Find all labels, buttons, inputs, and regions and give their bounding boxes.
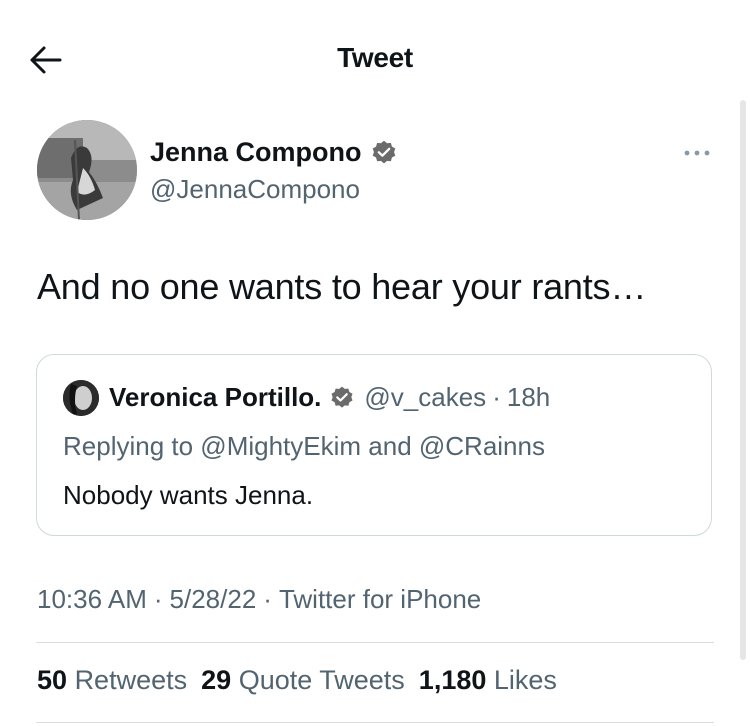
meta-separator: · [153, 584, 163, 614]
tweet-meta: 10:36 AM · 5/28/22 · Twitter for iPhone [37, 584, 481, 615]
quote-timestamp: 18h [506, 382, 551, 412]
quote-header: Veronica Portillo. @v_cakes · 18h [109, 382, 550, 413]
tweet-time: 10:36 AM [37, 584, 147, 614]
quoted-tweet-card[interactable]: Veronica Portillo. @v_cakes · 18h Replyi… [36, 354, 712, 536]
author-name: Jenna Compono [150, 137, 362, 167]
tweet-source[interactable]: Twitter for iPhone [279, 584, 481, 614]
divider [36, 642, 714, 643]
retweets-stat[interactable]: 50 Retweets [37, 665, 187, 695]
avatar-photo [37, 120, 137, 220]
verified-badge-icon [372, 140, 395, 163]
quote-tweets-count: 29 [201, 665, 232, 695]
quote-author-handle: @v_cakes [364, 382, 487, 412]
quote-replying-to: Replying to @MightyEkim and @CRainns [63, 431, 545, 461]
divider [36, 722, 714, 723]
quote-text: Nobody wants Jenna. [63, 480, 314, 510]
author-avatar[interactable] [37, 120, 137, 220]
retweets-label: Retweets [74, 665, 188, 695]
tweet-stats: 50 Retweets 29 Quote Tweets 1,180 Likes [37, 665, 571, 696]
quote-tweets-label: Quote Tweets [238, 665, 405, 695]
avatar-photo [63, 380, 99, 416]
likes-label: Likes [493, 665, 557, 695]
more-horizontal-icon [684, 150, 710, 156]
quote-author-name: Veronica Portillo. [109, 382, 322, 412]
likes-count: 1,180 [418, 665, 487, 695]
quote-separator: · [492, 382, 501, 412]
tweet-text: And no one wants to hear your rants… [37, 266, 647, 307]
more-options-button[interactable] [680, 140, 714, 166]
author-handle[interactable]: @JennaCompono [150, 174, 360, 205]
retweets-count: 50 [37, 665, 68, 695]
meta-separator: · [263, 584, 272, 614]
quote-tweets-stat[interactable]: 29 Quote Tweets [201, 665, 405, 695]
verified-badge-icon [331, 386, 353, 408]
likes-stat[interactable]: 1,180 Likes [419, 665, 557, 695]
page-title: Tweet [337, 42, 413, 73]
author-name-row[interactable]: Jenna Compono [150, 137, 398, 168]
tweet-date[interactable]: 5/28/22 [170, 584, 257, 614]
quote-author-avatar [63, 380, 99, 416]
scrollbar[interactable] [740, 100, 746, 660]
